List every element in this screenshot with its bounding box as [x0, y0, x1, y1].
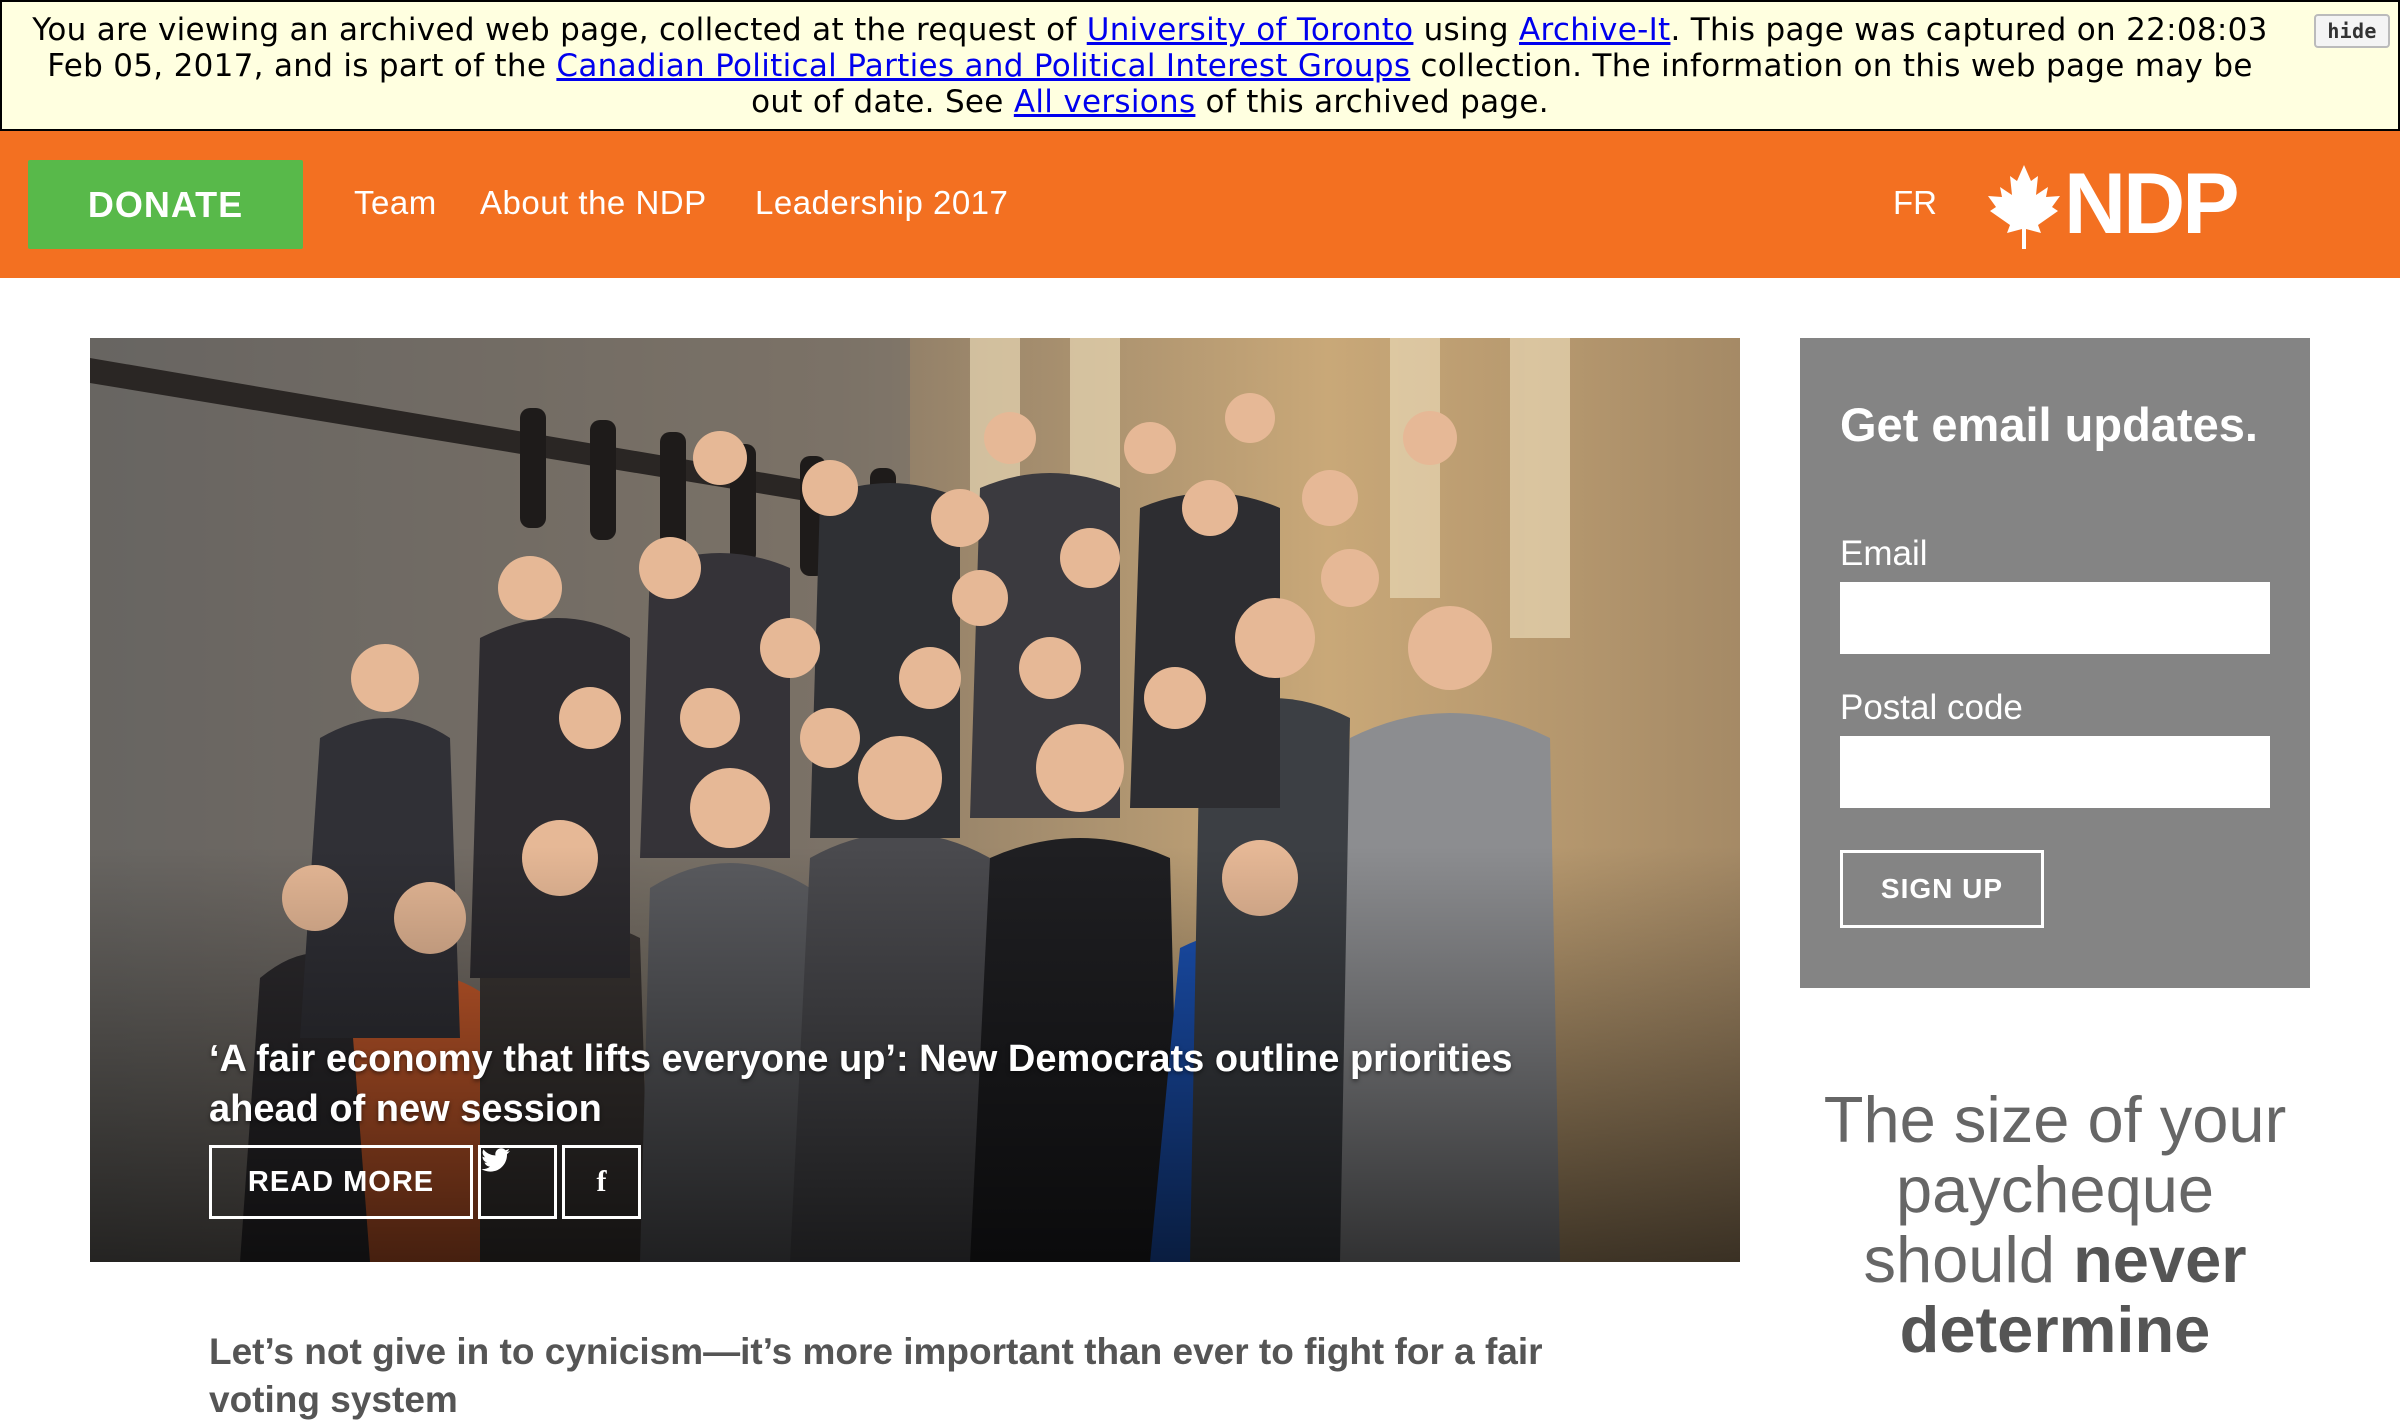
email-signup-title: Get email updates.	[1840, 398, 2258, 451]
nav-item-about[interactable]: About the NDP	[480, 181, 707, 225]
read-more-button[interactable]: READ MORE	[209, 1145, 473, 1219]
archive-text: You are viewing an archived web page, co…	[32, 12, 1087, 48]
twitter-share-button[interactable]	[478, 1145, 557, 1219]
email-signup-panel: Get email updates. Email Postal code SIG…	[1800, 338, 2310, 988]
maple-leaf-icon	[1988, 165, 2060, 249]
site-header: DONATE Team About the NDP Leadership 201…	[0, 131, 2400, 278]
archive-banner: You are viewing an archived web page, co…	[0, 0, 2400, 131]
postal-code-label: Postal code	[1840, 688, 2023, 727]
facebook-icon: f	[596, 1165, 607, 1198]
donate-button[interactable]: DONATE	[28, 160, 303, 249]
archive-text: of this archived page.	[1195, 84, 1549, 120]
sign-up-button[interactable]: SIGN UP	[1840, 850, 2044, 928]
facebook-share-button[interactable]: f	[562, 1145, 641, 1219]
hide-banner-button[interactable]: hide	[2314, 14, 2390, 48]
all-versions-link[interactable]: All versions	[1014, 84, 1196, 120]
collection-link[interactable]: Canadian Political Parties and Political…	[556, 48, 1410, 84]
ndp-wordmark: NDP	[2064, 156, 2240, 252]
nav-item-team[interactable]: Team	[354, 181, 437, 225]
archive-it-link[interactable]: Archive-It	[1519, 12, 1670, 48]
paycheque-tagline: The size of your paycheque should never …	[1800, 1085, 2310, 1365]
email-field[interactable]	[1840, 582, 2270, 654]
postal-code-field[interactable]	[1840, 736, 2270, 808]
ndp-logo[interactable]: NDP	[1986, 159, 2276, 249]
nav-item-leadership[interactable]: Leadership 2017	[755, 181, 1008, 225]
archive-text: using	[1413, 12, 1519, 48]
email-label: Email	[1840, 534, 1928, 573]
language-toggle[interactable]: FR	[1893, 181, 1937, 225]
hero-feature: ‘A fair economy that lifts everyone up’:…	[90, 338, 1740, 1262]
article-headline[interactable]: Let’s not give in to cynicism—it’s more …	[209, 1328, 1609, 1424]
hero-title[interactable]: ‘A fair economy that lifts everyone up’:…	[209, 1034, 1529, 1134]
university-link[interactable]: University of Toronto	[1087, 12, 1414, 48]
